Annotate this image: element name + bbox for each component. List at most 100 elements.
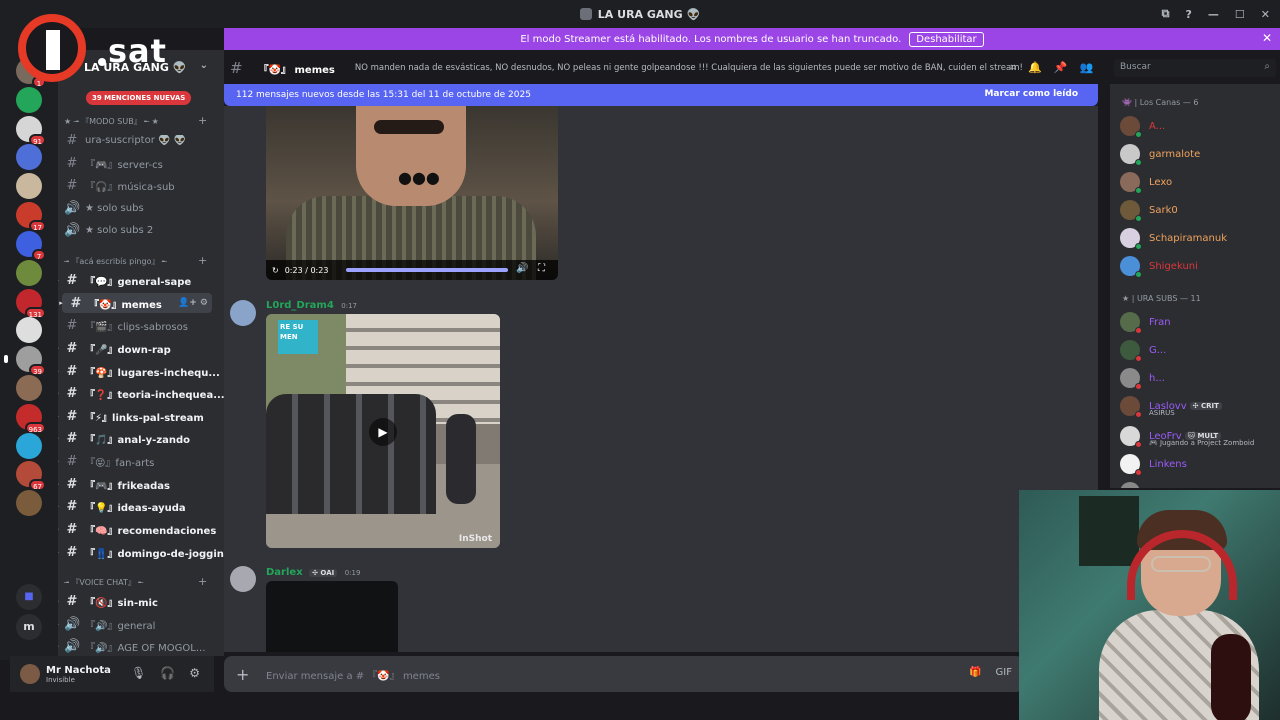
- gif-icon[interactable]: GIF: [996, 667, 1012, 678]
- server-icon[interactable]: [16, 317, 42, 344]
- channel-item[interactable]: ▸ # 『🧠』recomendaciones: [58, 519, 224, 539]
- channel-item[interactable]: # 『🎮』server-cs: [58, 153, 224, 173]
- gift-icon[interactable]: 🎁: [969, 667, 981, 678]
- video-attachment[interactable]: ●●●: [266, 106, 558, 280]
- user-info[interactable]: Mr Nachota Invisible: [46, 665, 111, 684]
- category-aca-escribis[interactable]: ╼ 『acá escribís pingo』 ╾ +: [64, 254, 207, 267]
- add-channel-icon[interactable]: +: [198, 114, 207, 127]
- channel-item[interactable]: ▸🔊 『🔊』general: [58, 614, 224, 634]
- channel-item[interactable]: # ura-suscriptor 👽 👽: [58, 130, 224, 150]
- member-item[interactable]: Laslovv ✣ CRIT ASIRUS: [1120, 394, 1280, 418]
- channel-item[interactable]: # 『🎬』clips-sabrosos: [58, 315, 224, 335]
- channel-item[interactable]: ▸🔊 『🔊』AGE OF MOGOL...: [58, 636, 224, 656]
- microphone-icon[interactable]: 🎙: [131, 666, 146, 680]
- new-mentions-badge[interactable]: 39 MENCIONES NUEVAS: [86, 91, 192, 105]
- channel-item[interactable]: ▸ # 『🎮』frikeadas: [58, 474, 224, 494]
- channel-label: ★ solo subs: [85, 202, 144, 214]
- video-attachment[interactable]: RE SU MEN ▶ InShot: [266, 314, 500, 548]
- fullscreen-icon[interactable]: ⛶: [538, 263, 545, 274]
- video-attachment[interactable]: [266, 581, 398, 652]
- server-icon[interactable]: 67: [16, 461, 46, 492]
- new-messages-bar[interactable]: 112 mensajes nuevos desde las 15:31 del …: [224, 84, 1098, 106]
- channel-item[interactable]: ▸ # 『❓』teoria-inchequea...: [58, 383, 224, 403]
- members-icon[interactable]: 👥: [1080, 61, 1094, 75]
- server-icon[interactable]: [16, 144, 42, 171]
- server-icon[interactable]: 131: [16, 288, 46, 319]
- member-item[interactable]: LeoFrv 🐱 MULT 🎮 Jugando a Project Zomboid: [1120, 424, 1280, 448]
- channel-item[interactable]: 🔊 ★ solo subs: [58, 198, 224, 218]
- server-icon[interactable]: [16, 173, 42, 200]
- server-icon[interactable]: m: [16, 614, 42, 640]
- gear-icon[interactable]: ⚙: [189, 666, 200, 680]
- channel-topic[interactable]: NO manden nada de esvásticas, NO desnudo…: [355, 63, 1023, 73]
- channel-item[interactable]: ▸ # 『💬』general-sape: [58, 270, 224, 290]
- avatar[interactable]: [230, 566, 256, 592]
- headphones-icon[interactable]: 🎧: [160, 666, 175, 680]
- server-icon[interactable]: [16, 490, 42, 517]
- volume-icon[interactable]: 🔊: [516, 263, 528, 274]
- member-item[interactable]: G...: [1120, 338, 1280, 362]
- search-input[interactable]: Buscar ⌕: [1114, 59, 1276, 77]
- server-icon[interactable]: 963: [16, 403, 46, 434]
- server-folder-icon[interactable]: ■: [16, 584, 42, 610]
- channel-item[interactable]: ▸ # 『💡』ideas-ayuda: [58, 496, 224, 516]
- replay-icon[interactable]: ↻: [272, 266, 279, 275]
- author-name[interactable]: L0rd_Dram4: [266, 300, 334, 311]
- pin-icon[interactable]: 📌: [1054, 61, 1068, 75]
- member-item[interactable]: Sark0: [1120, 198, 1280, 222]
- member-item[interactable]: A...: [1120, 114, 1280, 138]
- server-icon[interactable]: 39: [4, 346, 46, 377]
- bell-icon[interactable]: 🔔: [1028, 61, 1042, 75]
- author-name[interactable]: Darlex: [266, 567, 303, 578]
- server-icon[interactable]: [16, 375, 42, 402]
- server-icon[interactable]: 91: [16, 115, 46, 146]
- channel-item[interactable]: ▸ # 『👖』domingo-de-joggin: [58, 542, 224, 562]
- inbox-icon[interactable]: ⧉: [1162, 7, 1170, 21]
- add-channel-icon[interactable]: +: [198, 575, 207, 588]
- channel-item[interactable]: ▸ # 『🎵』anal-y-zando: [58, 428, 224, 448]
- member-item[interactable]: Fran: [1120, 310, 1280, 334]
- member-item[interactable]: Linkens: [1120, 452, 1280, 476]
- server-icon[interactable]: [16, 86, 42, 113]
- member-name: M...: [1149, 487, 1167, 489]
- maximize-button[interactable]: ☐: [1235, 8, 1245, 21]
- channel-item[interactable]: ▸ # 『🎤』down-rap: [58, 338, 224, 358]
- message-composer[interactable]: + Enviar mensaje a # 『🤡』 memes 🎁 GIF: [224, 656, 1024, 692]
- member-item[interactable]: Lexo: [1120, 170, 1280, 194]
- avatar[interactable]: [20, 664, 40, 684]
- channel-settings-icon[interactable]: 👤+ ⚙: [178, 298, 208, 308]
- channel-item[interactable]: ▸ # 『🤡』memes 👤+ ⚙: [59, 293, 212, 313]
- channel-item[interactable]: 🔊 ★ solo subs 2: [58, 220, 224, 240]
- channel-item[interactable]: ▸ # 『🍄』lugares-inchequ...: [58, 361, 224, 381]
- channel-item[interactable]: ▸ # 『⚡』links-pal-stream: [58, 406, 224, 426]
- channel-item[interactable]: ▸ # 『😝』fan-arts: [58, 451, 224, 471]
- mark-as-read-button[interactable]: Marcar como leído: [984, 89, 1078, 99]
- channel-item[interactable]: # 『🎧』música-sub: [58, 175, 224, 195]
- disable-streamer-button[interactable]: Deshabilitar: [909, 31, 984, 47]
- unread-arrow-icon: ▸: [58, 367, 62, 375]
- minimize-button[interactable]: —: [1208, 8, 1219, 21]
- channel-item[interactable]: ▸ # 『🔇』sin-mic: [58, 591, 224, 611]
- server-icon[interactable]: 17: [16, 202, 46, 233]
- category-modo-sub[interactable]: ★ ╼ 『MODO SUB』 ╾ ★ +: [64, 114, 207, 127]
- threads-icon[interactable]: ⌗: [1010, 61, 1016, 75]
- server-icon[interactable]: 7: [16, 230, 46, 261]
- help-icon[interactable]: ?: [1186, 8, 1192, 21]
- play-icon[interactable]: ▶: [369, 418, 397, 446]
- member-item[interactable]: garmalote: [1120, 142, 1280, 166]
- close-button[interactable]: ✕: [1261, 8, 1270, 21]
- member-item[interactable]: h...: [1120, 366, 1280, 390]
- member-item[interactable]: Schapiramanuk: [1120, 226, 1280, 250]
- avatar[interactable]: [230, 300, 256, 326]
- category-voice-chat[interactable]: ╼ 『VOICE CHAT』 ╾ +: [64, 575, 207, 588]
- add-attachment-icon[interactable]: +: [236, 665, 254, 684]
- server-icon[interactable]: [16, 432, 42, 459]
- member-item[interactable]: M...: [1120, 480, 1280, 488]
- close-icon[interactable]: ✕: [1262, 31, 1272, 45]
- member-item[interactable]: Shigekuni: [1120, 254, 1280, 278]
- server-icon[interactable]: [16, 259, 42, 286]
- message-input[interactable]: Enviar mensaje a # 『🤡』 memes: [266, 667, 440, 682]
- add-channel-icon[interactable]: +: [198, 254, 207, 267]
- video-progress-bar[interactable]: [346, 268, 508, 272]
- chevron-down-icon[interactable]: ⌄: [200, 60, 208, 71]
